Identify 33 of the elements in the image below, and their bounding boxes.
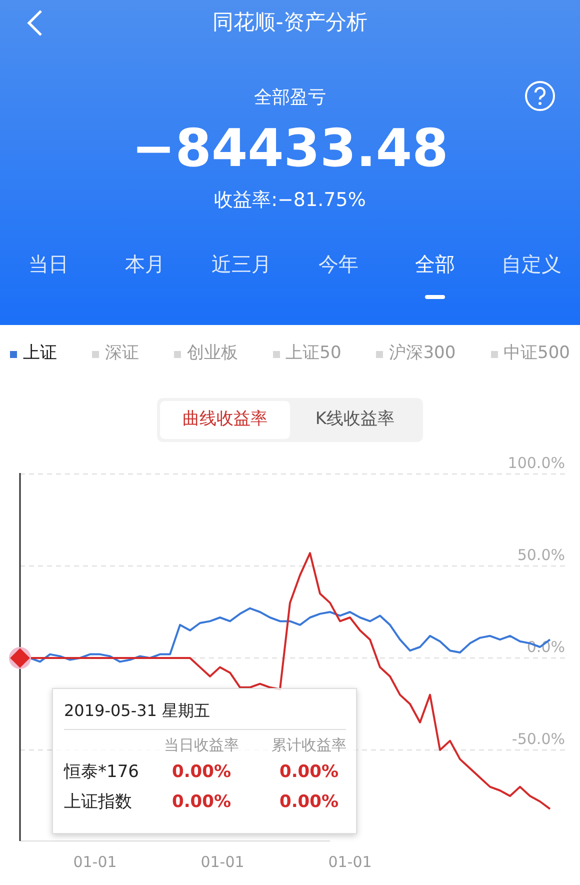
column-header: 累计收益率	[272, 736, 346, 754]
index-option[interactable]: 创业板	[174, 341, 238, 367]
return-rate: 收益率:−81.75%	[214, 189, 366, 212]
index-option[interactable]: 深证	[92, 341, 139, 367]
index-option[interactable]: 上证	[10, 341, 57, 367]
y-axis-label: -50.0%	[512, 730, 565, 748]
x-axis-label: 01-01	[328, 852, 372, 870]
period-tab[interactable]: 本月	[125, 248, 165, 289]
row-label: 上证指数	[64, 792, 132, 812]
chart-mode-tab[interactable]: 曲线收益率	[160, 401, 290, 438]
total-pnl-label: 全部盈亏	[254, 87, 326, 108]
x-axis-label: 01-01	[73, 852, 117, 870]
return-value: 0.00%	[280, 762, 338, 782]
x-axis-label: 01-01	[200, 852, 244, 870]
index-option[interactable]: 中证500	[490, 341, 570, 367]
period-tab[interactable]: 自定义	[502, 248, 562, 289]
return-value: 0.00%	[280, 792, 338, 812]
column-header: 当日收益率	[164, 736, 239, 754]
tooltip-date: 2019-05-31 星期五	[64, 700, 210, 720]
period-tab[interactable]: 全部	[415, 248, 456, 289]
period-tab[interactable]: 当日	[28, 248, 68, 289]
y-axis-label: 100.0%	[508, 456, 565, 472]
index-option[interactable]: 上证50	[272, 341, 342, 367]
total-pnl-amount: −84433.48	[132, 119, 448, 179]
page-title: 同花顺-资产分析	[212, 10, 368, 34]
y-axis-label: 50.0%	[517, 546, 565, 564]
period-tab[interactable]: 今年	[318, 248, 358, 289]
period-tab[interactable]: 近三月	[212, 248, 272, 289]
return-value: 0.00%	[172, 792, 231, 812]
chart-mode-tab[interactable]: K线收益率	[290, 401, 420, 438]
index-option[interactable]: 沪深300	[376, 341, 456, 367]
return-value: 0.00%	[172, 762, 231, 782]
row-label: 恒泰*176	[64, 762, 139, 782]
